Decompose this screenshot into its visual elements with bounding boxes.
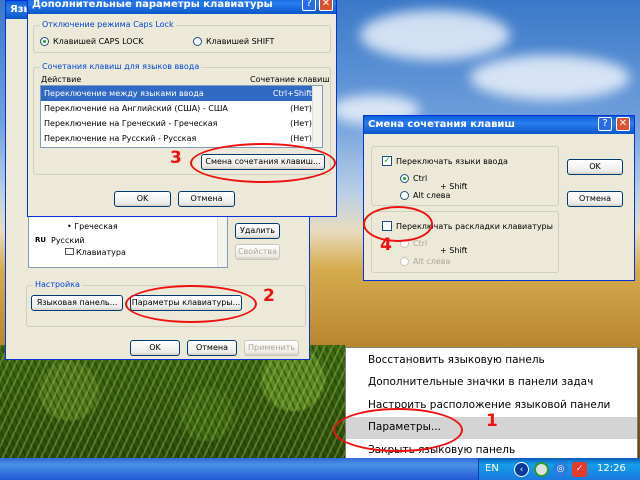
cloud: [360, 10, 510, 60]
advanced-keyboard-titlebar: Дополнительные параметры клавиатуры: [28, 0, 336, 14]
annotation-number-4: 4: [380, 235, 392, 255]
hotkey-action: Переключение между языками ввода: [44, 89, 204, 98]
switch-languages-label: Переключать языки ввода: [396, 157, 508, 166]
hotkey-combo: Ctrl+Shift: [272, 89, 312, 98]
annotation-number-1: 1: [486, 411, 498, 431]
advanced-keyboard-title: Дополнительные параметры клавиатуры: [32, 0, 273, 10]
clock: 12:26: [597, 463, 626, 474]
annotation-ellipse-4: [363, 206, 433, 242]
switch-languages-checkbox[interactable]: ✓: [382, 156, 392, 166]
taskbar: EN ‹ ◎ ✓ 12:26: [0, 458, 640, 480]
pine-trees: [0, 345, 345, 460]
alt-left-radio-disabled[interactable]: [400, 257, 409, 266]
properties-button[interactable]: Свойства: [235, 244, 280, 260]
tree-item-keyboard: Клавиатура: [76, 248, 126, 257]
settings-group-label: Настройка: [33, 280, 82, 289]
help-icon[interactable]: ?: [598, 117, 612, 131]
hotkey-row[interactable]: Переключение на Английский (США) - США (…: [41, 101, 322, 116]
shift-label: + Shift: [440, 182, 468, 191]
caps-lock-radio-label: Клавишей CAPS LOCK: [53, 37, 144, 46]
ctrl-label: Ctrl: [413, 174, 428, 183]
annotation-ellipse-2: [125, 285, 257, 323]
hotkeys-scrollbar[interactable]: [312, 86, 322, 147]
ctrl-label-disabled: Ctrl: [413, 239, 428, 248]
lang-ok-button[interactable]: OK: [130, 340, 180, 356]
caps-lock-group-label: Отключение режима Caps Lock: [40, 20, 176, 29]
lang-cancel-button[interactable]: Отмена: [187, 340, 237, 356]
shift-radio[interactable]: [193, 37, 202, 46]
cloud: [470, 55, 630, 100]
switch-languages-group: [371, 146, 559, 206]
antivirus-icon[interactable]: ✓: [572, 462, 587, 477]
hotkeys-list[interactable]: Переключение между языками ввода Ctrl+Sh…: [40, 85, 323, 148]
hotkey-action: Переключение на Греческий - Греческая: [44, 119, 218, 128]
advanced-ok-button[interactable]: OK: [114, 191, 171, 207]
change-cancel-button[interactable]: Отмена: [567, 191, 623, 207]
ctrl-radio[interactable]: [400, 174, 409, 183]
globe-icon[interactable]: ◎: [553, 462, 568, 477]
installed-languages-tree[interactable]: • Греческая RU Русский Клавиатура: [28, 216, 228, 268]
tree-item-greek: Греческая: [74, 222, 118, 231]
column-combo: Сочетание клавиш: [250, 75, 330, 84]
menu-item-extra-icons[interactable]: Дополнительные значки в панели задач: [368, 376, 593, 388]
annotation-ellipse-1: [333, 408, 463, 452]
hotkey-action: Переключение на Английский (США) - США: [44, 104, 228, 113]
hotkey-row[interactable]: Переключение между языками ввода Ctrl+Sh…: [41, 86, 322, 101]
hotkey-combo: (Нет): [290, 119, 312, 128]
language-indicator[interactable]: EN: [485, 463, 499, 474]
hotkey-action: Переключение на Русский - Русская: [44, 134, 197, 143]
close-icon[interactable]: ✕: [319, 0, 333, 11]
alt-left-radio[interactable]: [400, 191, 409, 200]
change-ok-button[interactable]: OK: [567, 159, 623, 175]
shift-radio-label: Клавишей SHIFT: [206, 37, 275, 46]
hotkey-combo: (Нет): [290, 134, 312, 143]
delete-button[interactable]: Удалить: [235, 223, 280, 239]
alt-left-label: Alt слева: [413, 191, 451, 200]
change-key-title: Смена сочетания клавиш: [368, 119, 516, 130]
help-icon[interactable]: ?: [302, 0, 316, 11]
close-icon[interactable]: ✕: [616, 117, 630, 131]
hotkeys-group-label: Сочетания клавиш для языков ввода: [40, 62, 202, 71]
menu-item-restore[interactable]: Восстановить языковую панель: [368, 354, 545, 366]
advanced-cancel-button[interactable]: Отмена: [178, 191, 235, 207]
language-bar-button[interactable]: Языковая панель...: [31, 295, 123, 311]
advanced-keyboard-settings-window: Дополнительные параметры клавиатуры ? ✕ …: [27, 0, 337, 217]
annotation-number-2: 2: [263, 286, 275, 306]
lang-apply-button[interactable]: Применить: [244, 340, 299, 356]
change-key-titlebar: Смена сочетания клавиш: [364, 116, 634, 134]
alt-left-label-disabled: Alt слева: [413, 257, 451, 266]
caps-lock-radio[interactable]: [40, 37, 49, 46]
change-key-sequence-window: Смена сочетания клавиш ? ✕ ✓ Переключать…: [363, 115, 635, 281]
annotation-number-3: 3: [170, 148, 182, 168]
annotation-ellipse-3: [190, 143, 336, 183]
shift-label-disabled: + Shift: [440, 246, 468, 255]
hotkey-row[interactable]: Переключение на Греческий - Греческая (Н…: [41, 116, 322, 131]
chevron-left-icon[interactable]: ‹: [514, 462, 529, 477]
hotkey-combo: (Нет): [290, 104, 312, 113]
tree-item-russian: Русский: [51, 236, 85, 245]
column-action: Действие: [41, 75, 82, 84]
keyboard-icon: [65, 248, 74, 255]
tree-scrollbar[interactable]: [217, 217, 227, 267]
shield-icon[interactable]: [534, 462, 549, 477]
ru-flag-icon: RU: [35, 236, 47, 244]
system-tray: EN ‹ ◎ ✓ 12:26: [478, 458, 640, 480]
